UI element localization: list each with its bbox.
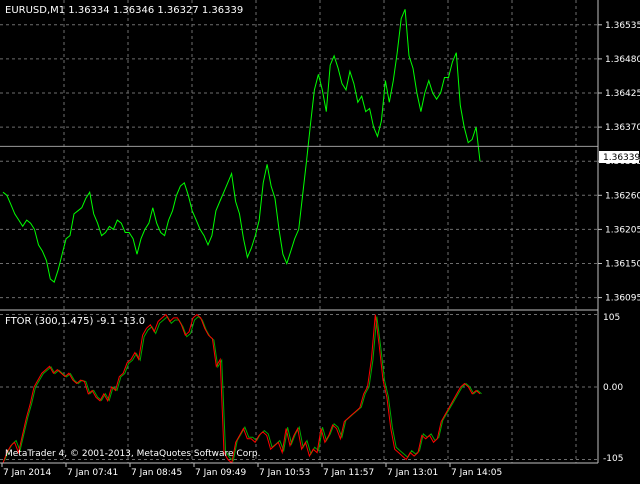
chart-header: EURUSD,M1 1.36334 1.36346 1.36327 1.3633… [5, 5, 243, 16]
ftor-indicator-lines [2, 313, 482, 464]
price-tick-label: 1.36535 [605, 21, 640, 31]
chart-canvas[interactable]: EURUSD,M1 1.36334 1.36346 1.36327 1.3633… [0, 0, 640, 480]
indicator-header: FTOR (300,1.475) -9.1 -13.0 [5, 316, 145, 327]
price-line [2, 9, 481, 283]
price-tick-label: 1.36260 [605, 191, 640, 201]
time-tick-label: 7 Jan 09:49 [195, 468, 247, 478]
time-tick-label: 7 Jan 08:45 [131, 468, 182, 478]
indicator-level-label: -105 [603, 454, 623, 464]
current-price-label: 1.36339 [603, 153, 640, 163]
price-tick-label: 1.36205 [605, 225, 640, 235]
indicator-axis: 105 0.00 -105 [603, 313, 623, 464]
price-tick-label: 1.36370 [605, 123, 640, 133]
copyright-text: MetaTrader 4, © 2001-2013, MetaQuotes So… [5, 449, 261, 459]
time-axis[interactable]: 7 Jan 2014 7 Jan 07:41 7 Jan 08:45 7 Jan 09… [1, 463, 502, 478]
chart-window[interactable]: EURUSD,M1 1.36334 1.36346 1.36327 1.3633… [0, 0, 640, 480]
time-tick-label: 7 Jan 13:01 [387, 468, 438, 478]
indicator-level-label: 105 [603, 313, 620, 323]
indicator-level-label: 0.00 [603, 383, 623, 393]
time-tick-label: 7 Jan 07:41 [67, 468, 118, 478]
time-tick-label: 7 Jan 2014 [3, 468, 51, 478]
time-tick-label: 7 Jan 14:05 [451, 468, 502, 478]
price-tick-label: 1.36425 [605, 89, 640, 99]
price-tick-label: 1.36095 [605, 294, 640, 304]
price-tick-label: 1.36150 [605, 260, 640, 270]
ftor-main-line [2, 313, 481, 464]
time-tick-label: 7 Jan 10:53 [259, 468, 310, 478]
price-tick-label: 1.36480 [605, 55, 640, 65]
time-tick-label: 7 Jan 11:57 [323, 468, 374, 478]
ftor-signal-line [4, 315, 482, 462]
